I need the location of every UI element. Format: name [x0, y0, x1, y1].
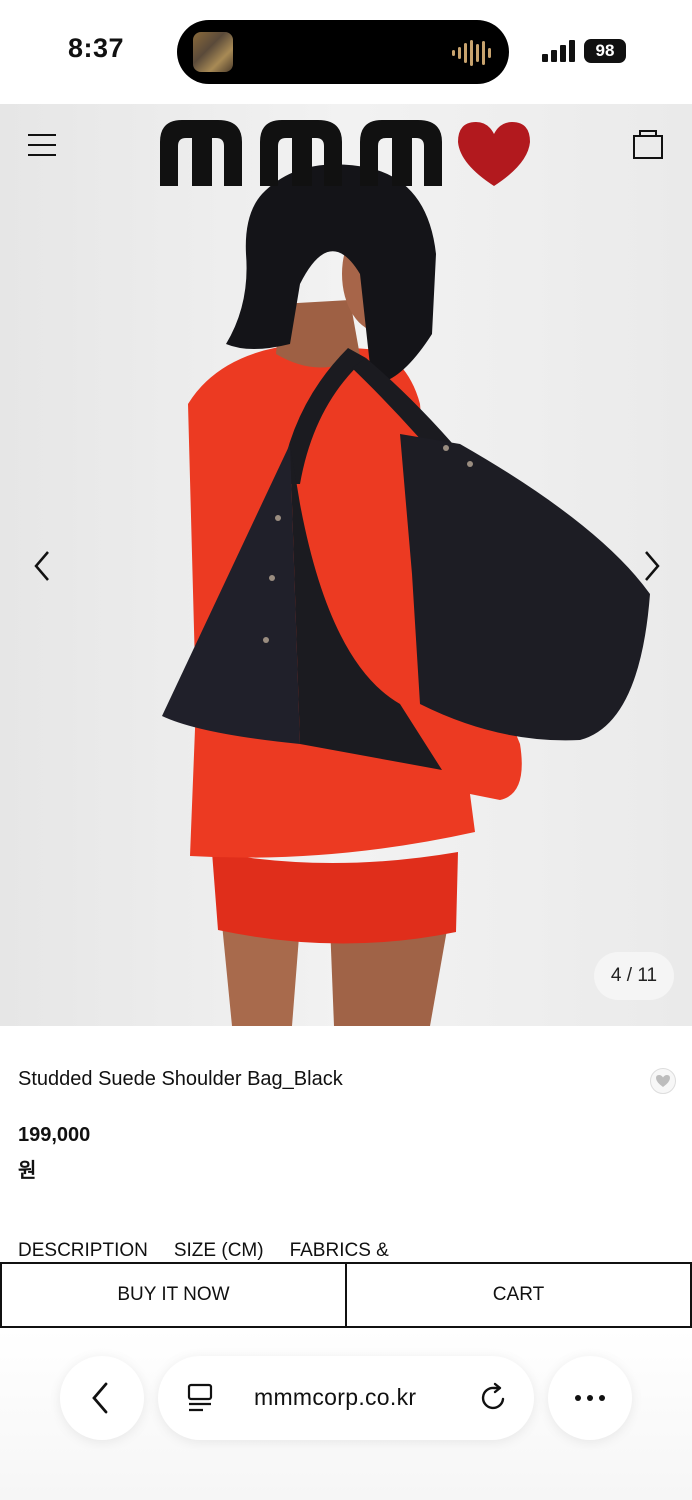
now-playing-artwork	[193, 32, 233, 72]
page-menu-icon[interactable]	[186, 1382, 216, 1414]
back-arrow-icon	[92, 1382, 108, 1414]
product-title: Studded Suede Shoulder Bag_Black	[18, 1068, 343, 1090]
product-detail-tabs: DESCRIPTION SIZE (CM) FABRICS &	[18, 1240, 389, 1264]
status-time: 8:37	[68, 33, 125, 63]
chevron-left-icon[interactable]	[28, 544, 58, 588]
purchase-actions: BUY IT NOW CART	[0, 1262, 692, 1328]
buy-now-button[interactable]: BUY IT NOW	[0, 1262, 347, 1328]
wishlist-heart-icon[interactable]	[650, 1068, 676, 1094]
address-bar[interactable]: mmmcorp.co.kr	[158, 1356, 534, 1440]
ellipsis-icon	[575, 1395, 605, 1401]
status-bar: 8:37 98	[0, 0, 692, 104]
dynamic-island[interactable]	[177, 20, 509, 84]
tab-size[interactable]: SIZE (CM)	[174, 1240, 264, 1264]
audio-waveform-icon	[452, 40, 491, 66]
cellular-signal-icon	[542, 40, 576, 62]
cart-button[interactable]: CART	[347, 1262, 692, 1328]
brand-logo[interactable]	[160, 120, 532, 188]
image-counter: 4 / 11	[594, 952, 674, 1000]
hamburger-menu-icon[interactable]	[28, 132, 58, 158]
url-text[interactable]: mmmcorp.co.kr	[254, 1384, 416, 1411]
more-options-button[interactable]	[548, 1356, 632, 1440]
product-photo	[0, 104, 692, 1026]
shopping-bag-icon[interactable]	[632, 128, 664, 160]
back-button[interactable]	[60, 1356, 144, 1440]
price-currency: 원	[18, 1160, 37, 1182]
tab-fabrics[interactable]: FABRICS &	[290, 1240, 389, 1264]
battery-indicator: 98	[584, 39, 626, 63]
product-image-carousel[interactable]: 4 / 11	[0, 104, 692, 1026]
product-price: 199,000	[18, 1124, 91, 1146]
chevron-right-icon[interactable]	[636, 544, 666, 588]
heart-icon	[458, 122, 530, 186]
tab-description[interactable]: DESCRIPTION	[18, 1240, 148, 1264]
reload-icon[interactable]	[478, 1382, 510, 1414]
browser-toolbar: mmmcorp.co.kr	[0, 1328, 692, 1500]
